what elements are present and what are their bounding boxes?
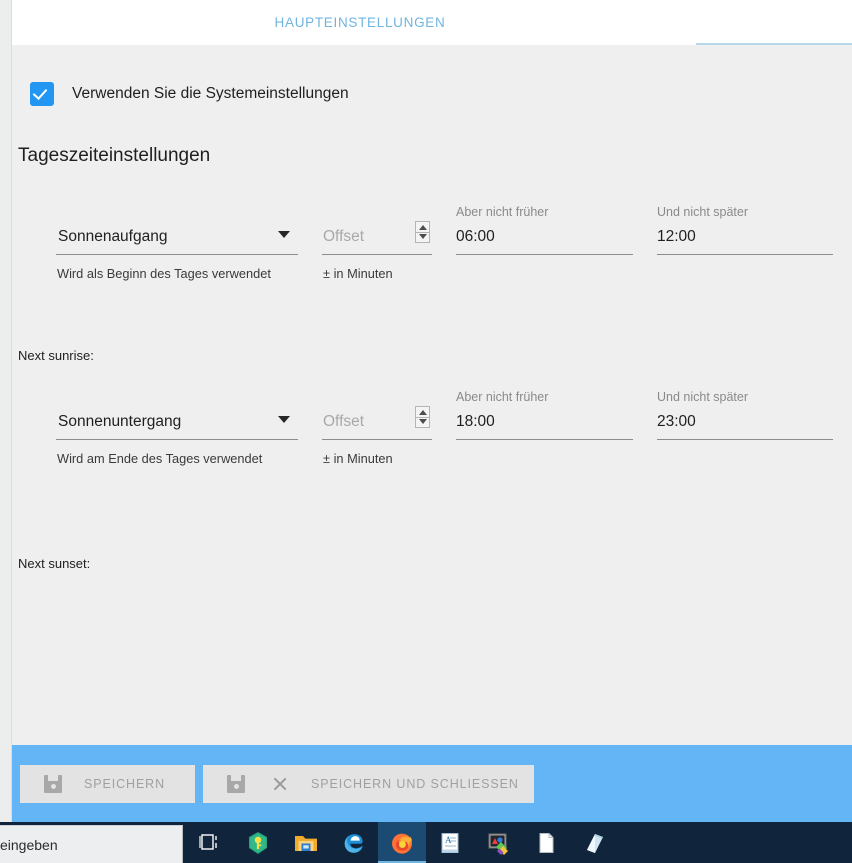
taskbar-app-tray: A <box>186 822 618 863</box>
next-sunrise-label: Next sunrise: <box>18 348 94 363</box>
save-floppy-icon <box>44 775 62 793</box>
edge-button[interactable] <box>330 822 378 863</box>
save-button[interactable]: SPEICHERN <box>20 765 195 803</box>
field-underline <box>322 439 432 440</box>
task-view-button[interactable] <box>186 822 234 863</box>
keepass-icon <box>249 831 267 854</box>
sunrise-mode-value: Sonnenaufgang <box>58 228 168 245</box>
sunrise-offset-placeholder: Offset <box>323 228 365 245</box>
stepper-down-icon[interactable] <box>418 419 427 424</box>
sunrise-not-later-value: 12:00 <box>657 228 696 245</box>
svg-text:A: A <box>445 835 452 845</box>
paint-icon <box>488 832 508 855</box>
sunset-offset-input[interactable]: Offset ± in Minuten <box>322 390 432 466</box>
save-and-close-button[interactable]: SPEICHERN UND SCHLIESSEN <box>203 765 534 803</box>
wordpad-button[interactable]: A <box>426 822 474 863</box>
use-system-settings-label: Verwenden Sie die Systemeinstellungen <box>72 85 349 102</box>
settings-content-pane: Verwenden Sie die Systemeinstellungen Ta… <box>12 45 852 745</box>
taskbar-search-text: eingeben <box>0 836 58 853</box>
file-explorer-button[interactable] <box>282 822 330 863</box>
sunrise-not-earlier-input[interactable]: Aber nicht früher 06:00 <box>456 205 633 255</box>
tab-bar-filler <box>708 0 852 45</box>
use-system-settings-checkbox[interactable] <box>30 82 54 106</box>
field-underline <box>456 439 633 440</box>
stepper-up-icon[interactable] <box>418 410 427 415</box>
field-underline <box>56 439 298 440</box>
taskbar-search-input[interactable]: eingeben <box>0 825 183 863</box>
sunset-offset-placeholder: Offset <box>323 413 365 430</box>
checkmark-icon <box>32 84 48 101</box>
sunrise-offset-hint: ± in Minuten <box>323 266 393 281</box>
sticky-notes-button[interactable] <box>570 822 618 863</box>
stepper-down-icon[interactable] <box>418 234 427 239</box>
sunrise-not-later-input[interactable]: Und nicht später 12:00 <box>657 205 833 255</box>
use-system-settings-row[interactable]: Verwenden Sie die Systemeinstellungen <box>30 82 349 106</box>
sunset-mode-value: Sonnenuntergang <box>58 413 182 430</box>
close-icon <box>271 775 289 793</box>
stepper-divider <box>416 232 429 233</box>
application-window: HAUPTEINSTELLUNGEN Verwenden Sie die Sys… <box>0 0 852 863</box>
field-underline <box>657 439 833 440</box>
wordpad-icon: A <box>441 832 459 853</box>
sunrise-not-earlier-caption: Aber nicht früher <box>456 205 549 219</box>
save-floppy-icon <box>227 775 245 793</box>
sunrise-not-later-caption: Und nicht später <box>657 205 749 219</box>
chevron-down-icon[interactable] <box>278 416 290 423</box>
sunrise-not-earlier-value: 06:00 <box>456 228 495 245</box>
sunset-mode-select[interactable]: Sonnenuntergang Wird am Ende des Tages v… <box>56 390 298 466</box>
next-sunset-label: Next sunset: <box>18 556 91 571</box>
task-view-icon <box>199 833 217 850</box>
paint-button[interactable] <box>474 822 522 863</box>
stepper-up-icon[interactable] <box>418 225 427 230</box>
sunset-offset-hint: ± in Minuten <box>323 451 393 466</box>
firefox-icon <box>392 833 412 854</box>
field-underline <box>56 254 298 255</box>
sunset-not-earlier-caption: Aber nicht früher <box>456 390 549 404</box>
keepass-button[interactable] <box>234 822 282 863</box>
page-title: Tageszeiteinstellungen <box>18 145 211 166</box>
chevron-down-icon[interactable] <box>278 231 290 238</box>
sunset-not-later-input[interactable]: Und nicht später 23:00 <box>657 390 833 440</box>
sunrise-mode-hint: Wird als Beginn des Tages verwendet <box>57 266 271 281</box>
sunset-not-earlier-value: 18:00 <box>456 413 495 430</box>
file-explorer-icon <box>295 835 317 851</box>
windows-taskbar: eingeben A <box>0 822 852 863</box>
edge-icon <box>344 833 363 853</box>
tab-bar: HAUPTEINSTELLUNGEN <box>12 0 852 45</box>
sunset-offset-stepper[interactable] <box>415 406 430 428</box>
tab-haupteinstellungen[interactable]: HAUPTEINSTELLUNGEN <box>12 0 708 45</box>
field-underline <box>322 254 432 255</box>
save-and-close-button-label: SPEICHERN UND SCHLIESSEN <box>311 777 519 791</box>
field-underline <box>456 254 633 255</box>
sunset-mode-hint: Wird am Ende des Tages verwendet <box>57 451 263 466</box>
sticky-notes-icon <box>587 833 603 853</box>
document-button[interactable] <box>522 822 570 863</box>
sunset-not-earlier-input[interactable]: Aber nicht früher 18:00 <box>456 390 633 440</box>
sunrise-mode-select[interactable]: Sonnenaufgang Wird als Beginn des Tages … <box>56 205 298 281</box>
action-bar: SPEICHERN SPEICHERN UND SCHLIESSEN <box>12 745 852 822</box>
tab-haupteinstellungen-label: HAUPTEINSTELLUNGEN <box>274 15 446 30</box>
sunset-not-later-caption: Und nicht später <box>657 390 749 404</box>
document-icon <box>539 832 554 853</box>
stepper-divider <box>416 417 429 418</box>
field-underline <box>657 254 833 255</box>
sunrise-offset-stepper[interactable] <box>415 221 430 243</box>
sunrise-offset-input[interactable]: Offset ± in Minuten <box>322 205 432 281</box>
sunset-not-later-value: 23:00 <box>657 413 696 430</box>
save-button-label: SPEICHERN <box>84 777 166 791</box>
firefox-button[interactable] <box>378 822 426 863</box>
window-left-gutter <box>0 0 12 822</box>
